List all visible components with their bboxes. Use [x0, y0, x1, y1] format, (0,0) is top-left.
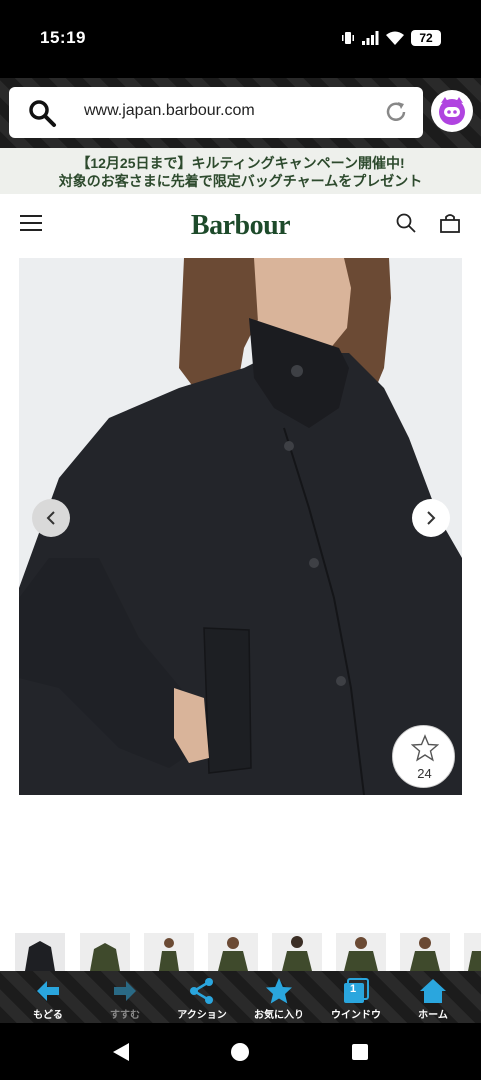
site-header: Barbour: [0, 194, 481, 254]
reload-icon[interactable]: [383, 99, 409, 125]
promo-banner[interactable]: 【12月25日まで】キルティングキャンペーン開催中! 対象のお客さまに先着で限定…: [0, 148, 481, 194]
android-recents-icon[interactable]: [351, 1043, 369, 1061]
nav-back-label: もどる: [33, 1010, 63, 1021]
product-image[interactable]: [19, 258, 462, 795]
promo-line-2: 対象のお客さまに先着で限定バッグチャームをプレゼント: [58, 173, 423, 189]
browser-bottom-nav: もどる すすむ アクション お気に入り 1 ウインドウ ホーム: [0, 971, 481, 1023]
next-image-button[interactable]: [412, 499, 450, 537]
thumbnail[interactable]: [15, 933, 65, 971]
nav-back-button[interactable]: もどる: [9, 971, 87, 1023]
thumbnail[interactable]: [272, 933, 322, 971]
thumbnail[interactable]: [336, 933, 386, 971]
url-text[interactable]: www.japan.barbour.com: [84, 102, 255, 120]
thumbnail[interactable]: [208, 933, 258, 971]
shopping-bag-icon[interactable]: [439, 212, 461, 234]
status-time: 15:19: [40, 28, 86, 47]
nav-action-label: アクション: [177, 1010, 227, 1021]
favorite-count: 24: [417, 766, 432, 781]
status-icons: 72: [341, 30, 441, 46]
thumbnail[interactable]: [144, 933, 194, 971]
thumbnail[interactable]: [400, 933, 450, 971]
nav-home-button[interactable]: ホーム: [394, 971, 472, 1023]
forward-arrow-icon: [114, 981, 136, 1001]
star-icon: [266, 978, 292, 1004]
prev-image-button[interactable]: [32, 499, 70, 537]
nav-window-label: ウインドウ: [331, 1010, 381, 1021]
share-icon: [190, 978, 213, 1004]
nav-window-button[interactable]: 1 ウインドウ: [317, 971, 395, 1023]
nav-forward-label: すすむ: [110, 1010, 140, 1021]
vibrate-icon: [342, 32, 354, 44]
search-icon: [29, 100, 56, 127]
battery-level: 72: [411, 30, 441, 46]
android-navigation-bar: [0, 1023, 481, 1080]
chevron-right-icon: [427, 511, 436, 525]
android-home-icon[interactable]: [230, 1042, 250, 1062]
nav-favorites-label: お気に入り: [254, 1010, 304, 1021]
wifi-icon: [386, 31, 404, 45]
android-back-icon[interactable]: [111, 1042, 131, 1062]
thumbnail[interactable]: [80, 933, 130, 971]
star-icon: [411, 734, 439, 762]
back-arrow-icon: [37, 981, 59, 1001]
signal-icon: [362, 31, 379, 45]
promo-line-1: 【12月25日まで】キルティングキャンペーン開催中!: [76, 155, 405, 171]
home-icon: [420, 979, 446, 1003]
thumbnail-strip: [0, 933, 481, 971]
nav-forward-button[interactable]: すすむ: [86, 971, 164, 1023]
window-count-badge: 1: [350, 983, 357, 995]
nav-favorites-button[interactable]: お気に入り: [240, 971, 318, 1023]
thumbnail[interactable]: [464, 933, 481, 971]
browser-toolbar: www.japan.barbour.com: [0, 78, 481, 148]
nav-action-button[interactable]: アクション: [163, 971, 241, 1023]
url-bar[interactable]: www.japan.barbour.com: [9, 87, 423, 138]
chevron-left-icon: [46, 511, 55, 525]
product-photo: [19, 258, 462, 795]
nav-home-label: ホーム: [418, 1010, 448, 1021]
search-icon[interactable]: [395, 212, 417, 234]
favorite-button[interactable]: 24: [392, 725, 455, 788]
status-bar: 15:19 72: [0, 0, 481, 78]
assistant-icon[interactable]: [431, 90, 473, 132]
